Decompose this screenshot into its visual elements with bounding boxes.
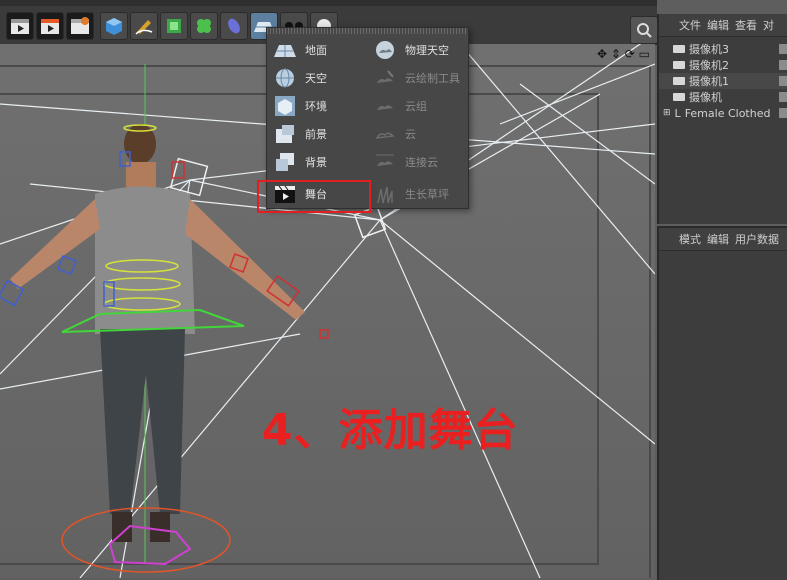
menu-user-data[interactable]: 用户数据 — [735, 231, 779, 247]
subdivision-icon — [167, 19, 181, 33]
tree-item-label: 摄像机2 — [689, 59, 729, 72]
menu-item-connect-cloud: 连接云 — [367, 148, 467, 176]
cloud-icon — [373, 123, 397, 145]
clapper-icon — [11, 19, 29, 34]
camera-icon — [673, 77, 685, 85]
menu-mode[interactable]: 模式 — [679, 231, 701, 247]
menu-item-foreground[interactable]: 前景 — [267, 120, 367, 148]
tree-item-label: 摄像机3 — [689, 43, 729, 56]
environment-icon — [273, 95, 297, 117]
menu-item-cloud-group: 云组 — [367, 92, 467, 120]
render-settings-button[interactable] — [66, 12, 94, 40]
cloner-button[interactable] — [190, 12, 218, 40]
menu-view[interactable]: 查看 — [735, 17, 757, 33]
grass-icon — [373, 183, 397, 205]
menu-item-label: 天空 — [305, 72, 327, 85]
environment-dropdown: 地面 天空 环境 前景 背景 舞台 物理天空 云绘制工具 云组 云 连接云 生长… — [257, 27, 469, 213]
clapper-icon — [41, 19, 59, 34]
menu-item-label: 地面 — [305, 44, 327, 57]
move-view-icon[interactable]: ✥ ⇕ ⟳ ▭ — [595, 44, 655, 64]
deformer-icon — [228, 18, 240, 34]
menu-item-cloud: 云 — [367, 120, 467, 148]
tree-item-camera[interactable]: 摄像机 — [659, 89, 787, 105]
step-annotation: 4、添加舞台 — [262, 405, 519, 456]
menu-item-label: 云 — [405, 128, 416, 141]
layer-tag-icon — [779, 60, 787, 70]
menu-item-sky[interactable]: 天空 — [267, 64, 367, 92]
layer-tag-icon — [779, 108, 787, 118]
popup-grip[interactable] — [267, 28, 468, 34]
highlight-box — [257, 180, 371, 213]
cube-icon — [106, 18, 122, 35]
cloner-icon — [197, 19, 211, 33]
connect-cloud-icon — [373, 151, 397, 173]
physical-sky-icon — [373, 39, 397, 61]
viewport-navigation: ✥ ⇕ ⟳ ▭ — [595, 44, 655, 64]
search-icon — [637, 23, 652, 38]
menu-item-physical-sky[interactable]: 物理天空 — [367, 36, 467, 64]
layer-tag-icon — [779, 92, 787, 102]
layer-tag-icon — [779, 76, 787, 86]
null-object-icon: L — [674, 106, 681, 120]
menu-item-label: 生长草坪 — [405, 188, 449, 201]
menu-item-floor[interactable]: 地面 — [267, 36, 367, 64]
render-button-group — [6, 12, 94, 42]
cloud-group-icon — [373, 95, 397, 117]
menu-file[interactable]: 文件 — [679, 17, 701, 33]
camera-icon — [673, 45, 685, 53]
main-menu-bar — [0, 0, 657, 6]
tree-item-camera3[interactable]: 摄像机3 — [659, 41, 787, 57]
cube-button[interactable] — [100, 12, 128, 40]
menu-item-cloud-paint: 云绘制工具 — [367, 64, 467, 92]
expand-plus-icon[interactable]: ⊞ — [663, 108, 671, 118]
pen-icon — [135, 20, 153, 35]
attribute-manager-menubar: 模式 编辑 用户数据 — [659, 228, 787, 251]
tree-item-label: Female Clothed — [684, 106, 771, 120]
render-view-button[interactable] — [6, 12, 34, 40]
environment-left-column: 地面 天空 环境 前景 背景 舞台 — [257, 36, 371, 213]
clapper-gear-icon — [71, 17, 89, 34]
floor-icon — [273, 39, 297, 61]
menu-item-label: 连接云 — [405, 156, 438, 169]
camera-icon — [673, 61, 685, 69]
layer-tag-icon — [779, 44, 787, 54]
tree-item-label: 摄像机1 — [689, 75, 729, 88]
tree-item-camera2[interactable]: 摄像机2 — [659, 57, 787, 73]
tree-item-female-clothed[interactable]: ⊞ L Female Clothed — [659, 105, 787, 121]
menu-item-label: 物理天空 — [405, 44, 449, 57]
menu-item-label: 云绘制工具 — [405, 72, 460, 85]
menu-objects[interactable]: 对 — [763, 17, 774, 33]
menu-item-label: 背景 — [305, 156, 327, 169]
menu-item-background[interactable]: 背景 — [267, 148, 367, 176]
attribute-manager: 模式 编辑 用户数据 — [657, 226, 787, 580]
sky-icon — [273, 67, 297, 89]
menu-edit[interactable]: 编辑 — [707, 231, 729, 247]
pen-button[interactable] — [130, 12, 158, 40]
tree-item-label: 摄像机 — [689, 91, 722, 104]
menu-item-label: 前景 — [305, 128, 327, 141]
camera-icon — [673, 93, 685, 101]
menu-item-grass: 生长草坪 — [367, 180, 467, 208]
foreground-icon — [273, 123, 297, 145]
subdivision-button[interactable] — [160, 12, 188, 40]
object-tree: 摄像机3 摄像机2 摄像机1 摄像机 ⊞ L Female Clothed — [659, 37, 787, 121]
menu-item-label: 环境 — [305, 100, 327, 113]
menu-edit[interactable]: 编辑 — [707, 17, 729, 33]
layout-button[interactable] — [630, 16, 658, 44]
object-manager: 文件 编辑 查看 对 摄像机3 摄像机2 摄像机1 摄像机 ⊞ L Female… — [657, 14, 787, 224]
menu-item-environment[interactable]: 环境 — [267, 92, 367, 120]
environment-right-column: 物理天空 云绘制工具 云组 云 连接云 生长草坪 — [367, 36, 467, 208]
svg-text:✥ ⇕ ⟳ ▭: ✥ ⇕ ⟳ ▭ — [597, 47, 650, 61]
object-manager-menubar: 文件 编辑 查看 对 — [659, 14, 787, 37]
cloud-paint-icon — [373, 67, 397, 89]
background-icon — [273, 151, 297, 173]
deformer-button[interactable] — [220, 12, 248, 40]
menu-item-label: 云组 — [405, 100, 427, 113]
tree-item-camera1[interactable]: 摄像机1 — [659, 73, 787, 89]
render-picture-viewer-button[interactable] — [36, 12, 64, 40]
